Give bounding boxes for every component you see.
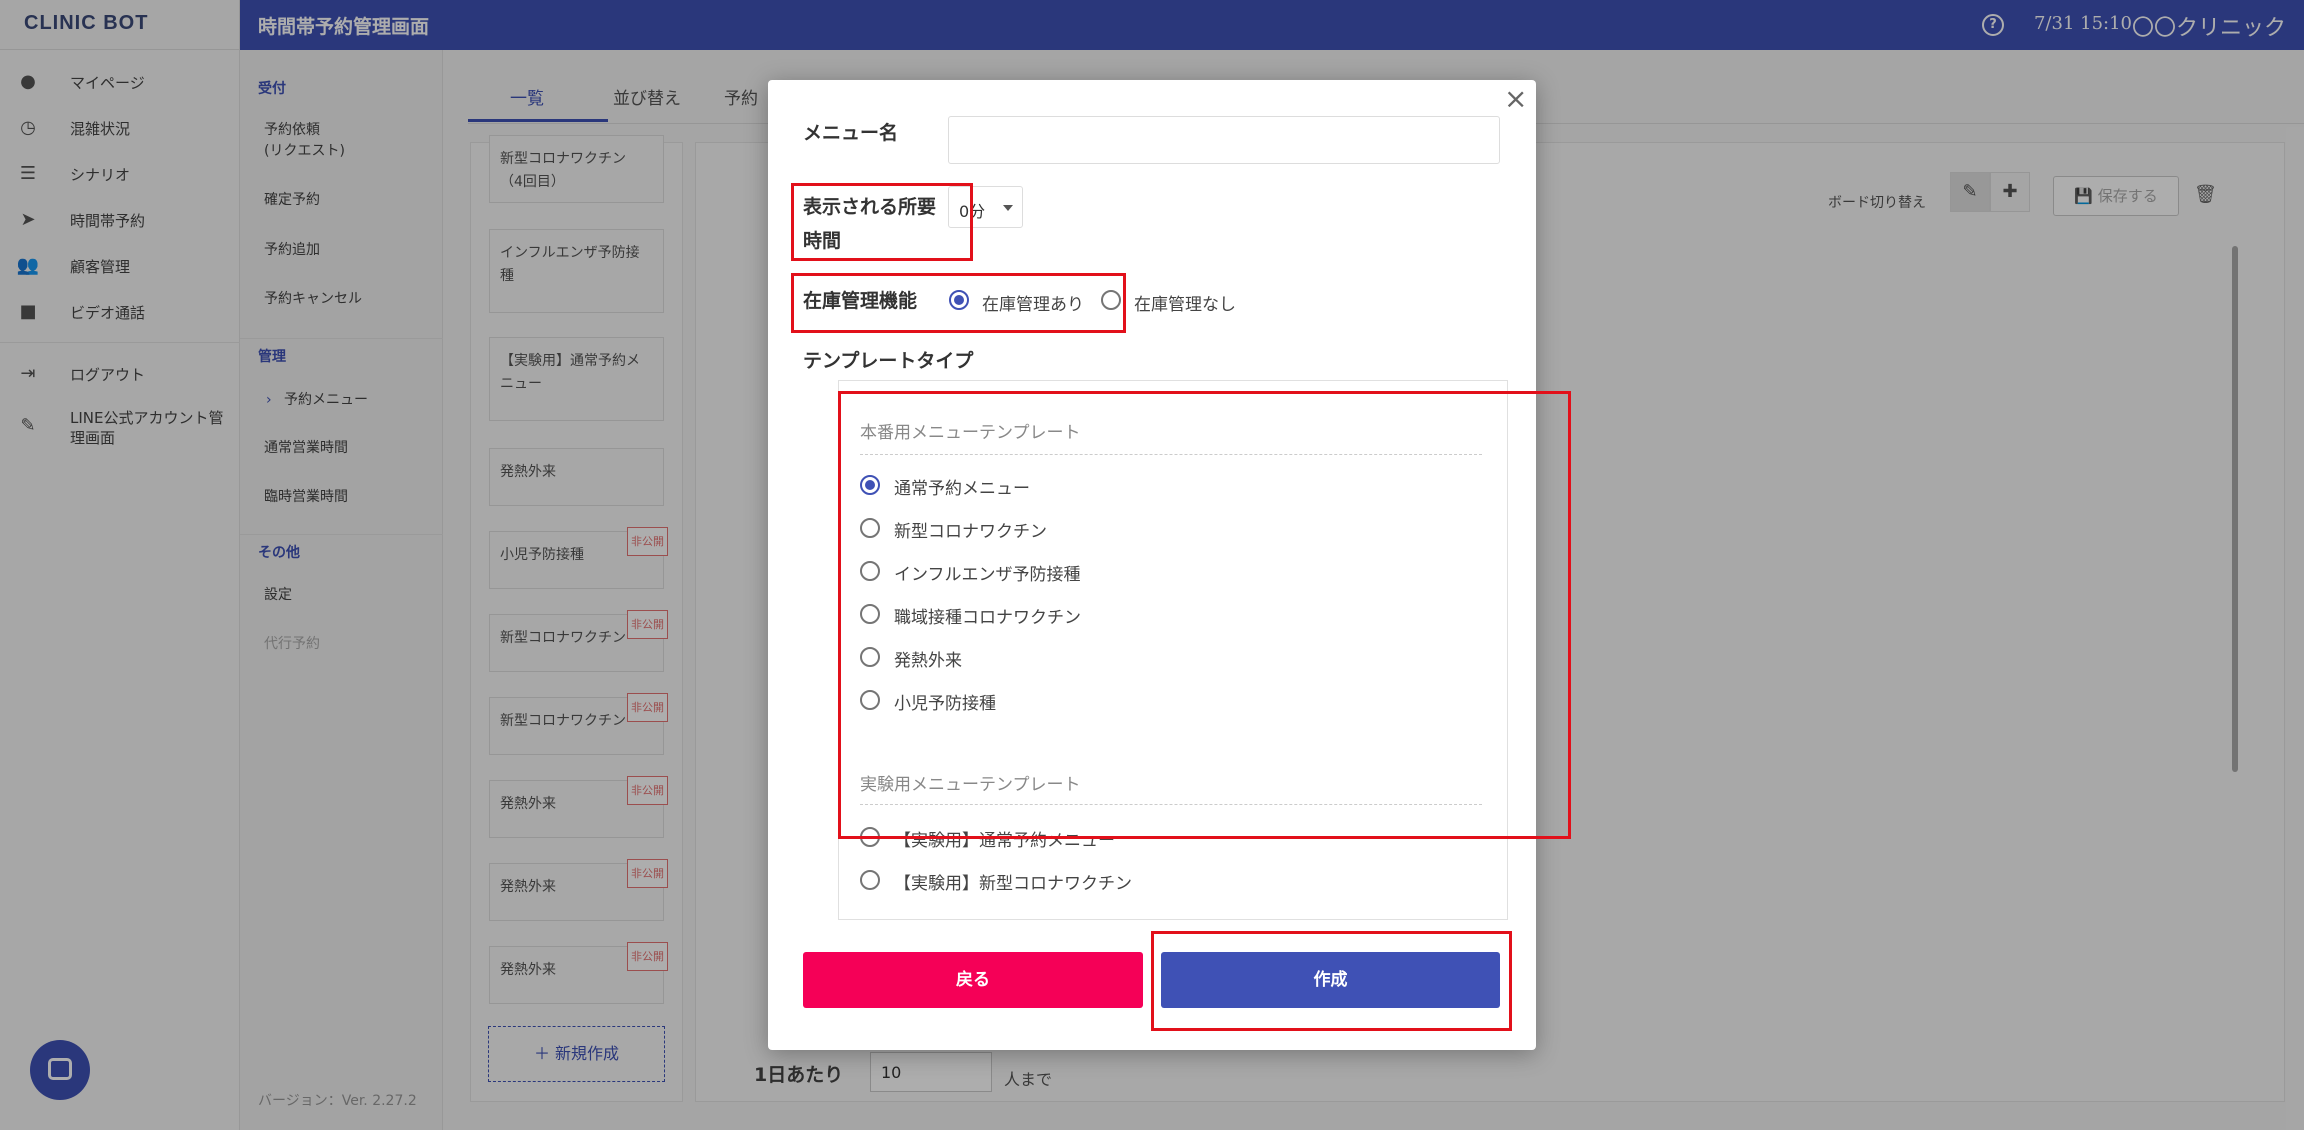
create-button[interactable]: 作成 (1161, 952, 1500, 1008)
template-radio-exp-covid[interactable] (860, 870, 880, 890)
menu-name-label: メニュー名 (803, 122, 899, 144)
template-radio-covid[interactable] (860, 518, 880, 538)
duration-label: 表示される所要 時間 (803, 196, 937, 252)
duration-select[interactable]: 0分 (948, 186, 1023, 228)
template-option-label[interactable]: 職域接種コロナワクチン (894, 603, 1081, 628)
template-option-label[interactable]: 新型コロナワクチン (894, 517, 1047, 542)
template-option-label[interactable]: 【実験用】新型コロナワクチン (894, 869, 1132, 894)
template-radio-pediatric[interactable] (860, 690, 880, 710)
template-type-label: テンプレートタイプ (803, 350, 974, 372)
template-radio-fever[interactable] (860, 647, 880, 667)
inventory-off-radio[interactable] (1101, 290, 1121, 310)
template-option-label[interactable]: 【実験用】通常予約メニュー (894, 826, 1115, 851)
inventory-label: 在庫管理機能 (803, 290, 918, 312)
chevron-down-icon (1003, 205, 1013, 211)
template-radio-regular[interactable] (860, 475, 880, 495)
template-option-label[interactable]: 通常予約メニュー (894, 474, 1030, 499)
group-divider (860, 454, 1482, 455)
template-radio-workplace[interactable] (860, 604, 880, 624)
template-radio-flu[interactable] (860, 561, 880, 581)
template-option-label[interactable]: 小児予防接種 (894, 689, 996, 714)
group-divider (860, 804, 1482, 805)
menu-name-input[interactable] (948, 116, 1500, 164)
experimental-template-title: 実験用メニューテンプレート (860, 775, 1081, 795)
template-option-label[interactable]: 発熱外来 (894, 646, 962, 671)
inventory-off-label[interactable]: 在庫管理なし (1134, 290, 1236, 315)
inventory-on-label[interactable]: 在庫管理あり (982, 290, 1084, 315)
template-radio-exp-regular[interactable] (860, 827, 880, 847)
production-template-title: 本番用メニューテンプレート (860, 423, 1081, 443)
back-button[interactable]: 戻る (803, 952, 1143, 1008)
close-icon[interactable]: × (1504, 84, 1527, 114)
inventory-on-radio[interactable] (949, 290, 969, 310)
create-menu-dialog: × メニュー名 表示される所要 時間 0分 在庫管理機能 在庫管理あり 在庫管理… (768, 80, 1571, 1050)
template-option-label[interactable]: インフルエンザ予防接種 (894, 560, 1081, 585)
